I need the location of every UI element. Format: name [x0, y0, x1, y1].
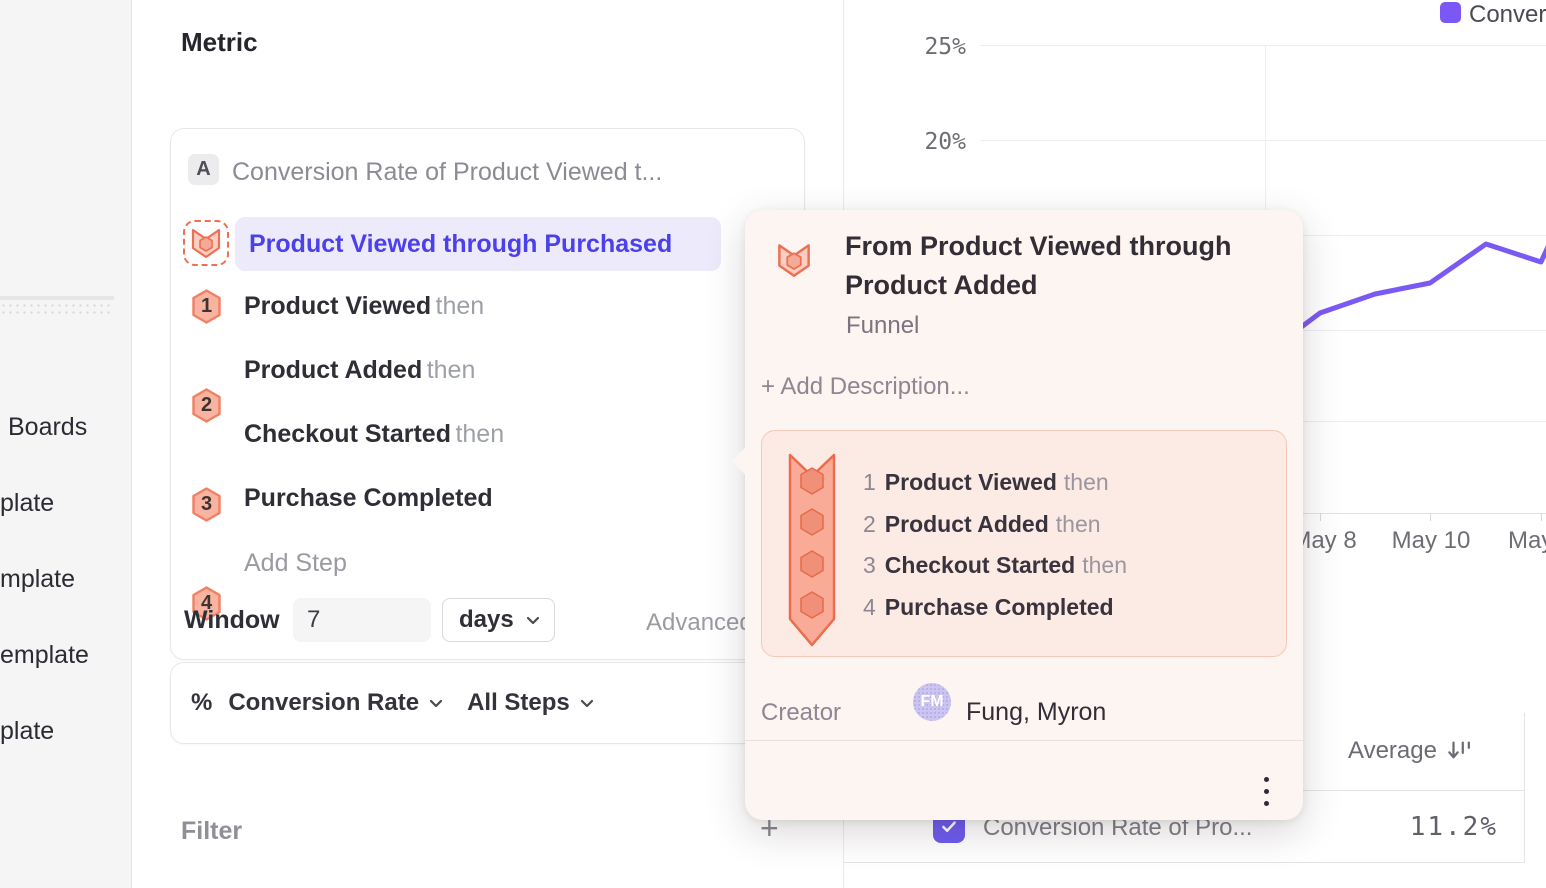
popover-step-2: 2Product Addedthen [863, 510, 1101, 538]
funnel-icon [776, 242, 812, 283]
more-options-kebab-icon[interactable] [1251, 770, 1281, 812]
filter-section-heading: Filter [181, 817, 242, 846]
selected-funnel-step[interactable]: Product Viewed through Purchased [235, 217, 721, 271]
step-1-name: Product Viewed [244, 292, 431, 320]
table-column-divider [1524, 713, 1525, 863]
app-window: Boards plate mplate emplate plate Metric… [0, 0, 1546, 888]
measure-type-dropdown[interactable]: Conversion Rate [228, 689, 419, 717]
table-row-average-value: 11.2% [1368, 812, 1498, 842]
add-description-button[interactable]: + Add Description... [761, 373, 970, 401]
step-3-name: Checkout Started [244, 420, 451, 448]
funnel-icon [190, 227, 222, 259]
step-row-2[interactable]: Product Added then [244, 356, 475, 385]
average-column-header[interactable]: Average [1348, 737, 1473, 765]
table-row-border [843, 862, 1524, 863]
popover-type-label: Funnel [846, 312, 919, 340]
step-3-number: 3 [191, 487, 222, 522]
window-unit-value: days [459, 606, 514, 634]
step-1-suffix: then [436, 292, 485, 320]
check-icon [939, 817, 959, 837]
popover-step-3: 3Checkout Startedthen [863, 551, 1127, 579]
popover-footer-divider [745, 740, 1303, 741]
step-row-4[interactable]: Purchase Completed [244, 484, 493, 513]
step-row-3[interactable]: Checkout Started then [244, 420, 504, 449]
popover-step-1: 1Product Viewedthen [863, 468, 1109, 496]
chevron-down-icon[interactable] [580, 699, 594, 708]
sidebar-item-template-1[interactable]: plate [0, 489, 54, 518]
step-3-badge: 3 [191, 487, 222, 522]
advanced-link[interactable]: Advanced [646, 609, 753, 637]
sidebar-item-template-4[interactable]: plate [0, 717, 54, 746]
step-4-name: Purchase Completed [244, 484, 493, 512]
sidebar: Boards plate mplate emplate plate [0, 0, 132, 888]
chevron-down-icon[interactable] [429, 699, 443, 708]
window-label: Window [184, 606, 280, 635]
chevron-down-icon [526, 616, 540, 625]
step-1-number: 1 [191, 289, 222, 324]
step-2-number: 2 [191, 388, 222, 423]
selected-funnel-step-label: Product Viewed through Purchased [249, 230, 672, 259]
sidebar-divider [0, 296, 114, 300]
step-1-badge: 1 [191, 289, 222, 324]
metric-section-heading: Metric [181, 27, 258, 58]
step-row-1[interactable]: Product Viewed then [244, 292, 484, 321]
sidebar-item-template-2[interactable]: mplate [0, 565, 75, 594]
funnel-ribbon-icon [788, 452, 836, 648]
sidebar-item-template-3[interactable]: emplate [0, 641, 89, 670]
popover-title: From Product Viewed through Product Adde… [845, 227, 1281, 305]
creator-name: Fung, Myron [966, 698, 1106, 727]
sort-descending-icon [1447, 739, 1473, 763]
metric-card: A Conversion Rate of Product Viewed t...… [170, 128, 805, 660]
add-step-button[interactable]: Add Step [244, 549, 347, 578]
creator-label: Creator [761, 699, 841, 727]
creator-avatar: FM [913, 683, 951, 721]
step-2-name: Product Added [244, 356, 422, 384]
sidebar-item-boards[interactable]: Boards [8, 413, 87, 442]
series-title[interactable]: Conversion Rate of Product Viewed t... [232, 158, 662, 187]
step-2-suffix: then [427, 356, 476, 384]
average-header-label: Average [1348, 737, 1437, 765]
popover-step-4: 4Purchase Completed [863, 593, 1121, 621]
sidebar-divider-dots [0, 302, 114, 314]
steps-scope-dropdown[interactable]: All Steps [467, 689, 570, 717]
funnel-steps-box: 1Product Viewedthen 2Product Addedthen 3… [761, 430, 1287, 657]
creator-initials: FM [920, 693, 943, 711]
window-value-input[interactable] [293, 598, 431, 642]
measured-as-card: % Conversion Rate All Steps [170, 662, 805, 744]
percent-icon: % [191, 689, 212, 717]
series-a-badge[interactable]: A [188, 154, 219, 185]
funnel-icon-dashed-box[interactable] [183, 220, 229, 266]
step-2-badge: 2 [191, 388, 222, 423]
window-unit-select[interactable]: days [442, 598, 555, 642]
funnel-details-popover: From Product Viewed through Product Adde… [745, 210, 1303, 820]
step-3-suffix: then [455, 420, 504, 448]
